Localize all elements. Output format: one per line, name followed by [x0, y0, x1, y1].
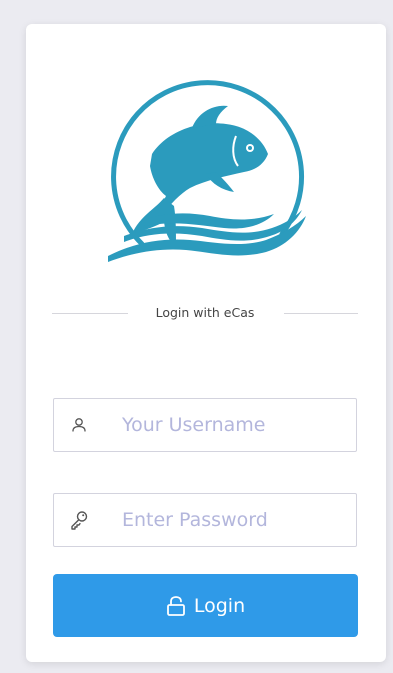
unlock-icon [166, 595, 185, 616]
login-button[interactable]: Login [53, 574, 358, 637]
username-input[interactable] [122, 399, 342, 451]
username-field[interactable] [53, 398, 357, 452]
login-button-label: Login [193, 594, 246, 617]
password-field[interactable] [53, 493, 357, 547]
password-input[interactable] [122, 494, 342, 546]
divider: Login with eCas [52, 304, 358, 322]
user-icon [72, 418, 86, 432]
fish-wave-logo-icon [108, 80, 306, 262]
login-card: Login with eCas Login [26, 24, 386, 662]
divider-line-right [284, 313, 358, 314]
key-icon [71, 511, 88, 530]
